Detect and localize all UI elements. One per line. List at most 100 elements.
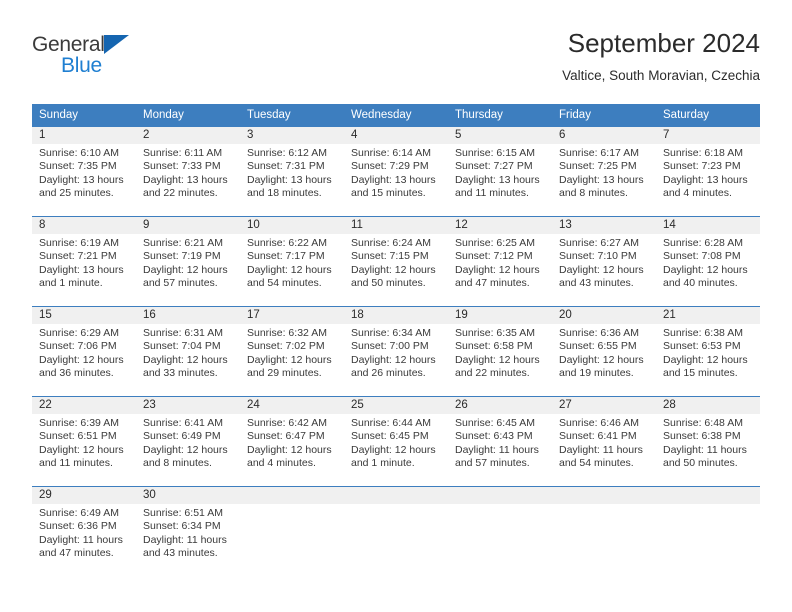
day-sun-info: Sunrise: 6:19 AM Sunset: 7:21 PM Daylight:… <box>32 234 136 291</box>
day-daylight-line: and 18 minutes. <box>247 187 322 200</box>
calendar-day-cell[interactable]: 28 Sunrise: 6:48 AM Sunset: 6:38 PM Dayligh… <box>656 396 760 487</box>
calendar-day-cell[interactable]: 13 Sunrise: 6:27 AM Sunset: 7:10 PM Dayligh… <box>552 216 656 307</box>
day-number: 8 <box>32 217 136 234</box>
day-sunset-line: Sunset: 6:49 PM <box>143 430 221 443</box>
day-sunrise-line: Sunrise: 6:27 AM <box>559 237 639 249</box>
day-sunrise-line: Sunrise: 6:32 AM <box>247 327 327 339</box>
brand-name-blue: Blue <box>61 54 102 77</box>
day-number: 16 <box>136 307 240 324</box>
day-daylight-line: Daylight: 11 hours <box>39 533 123 546</box>
day-sun-info: Sunrise: 6:36 AM Sunset: 6:55 PM Daylight:… <box>552 324 656 381</box>
day-sunrise-line: Sunrise: 6:41 AM <box>143 417 223 429</box>
day-sun-info: Sunrise: 6:39 AM Sunset: 6:51 PM Daylight:… <box>32 414 136 471</box>
day-sun-info: Sunrise: 6:51 AM Sunset: 6:34 PM Daylight:… <box>136 504 240 561</box>
calendar-day-cell[interactable]: 22 Sunrise: 6:39 AM Sunset: 6:51 PM Dayligh… <box>32 396 136 487</box>
day-number: 14 <box>656 217 760 234</box>
day-sunset-line: Sunset: 7:25 PM <box>559 160 637 173</box>
day-cell-content: 5 Sunrise: 6:15 AM Sunset: 7:27 PM Daylight… <box>448 127 552 216</box>
day-daylight-line: and 57 minutes. <box>455 457 530 470</box>
day-sunset-line: Sunset: 6:47 PM <box>247 430 325 443</box>
day-cell-content: 20 Sunrise: 6:36 AM Sunset: 6:55 PM Dayligh… <box>552 307 656 396</box>
day-sunset-line: Sunset: 7:08 PM <box>663 250 741 263</box>
calendar-day-cell[interactable]: 9 Sunrise: 6:21 AM Sunset: 7:19 PM Daylight… <box>136 216 240 307</box>
day-daylight-line: Daylight: 13 hours <box>455 173 540 186</box>
day-number: 28 <box>656 397 760 414</box>
day-sunset-line: Sunset: 7:21 PM <box>39 250 117 263</box>
day-number: 21 <box>656 307 760 324</box>
day-daylight-line: and 4 minutes. <box>663 187 732 200</box>
calendar-day-cell[interactable]: 30 Sunrise: 6:51 AM Sunset: 6:34 PM Dayligh… <box>136 486 240 576</box>
calendar-day-cell[interactable]: 21 Sunrise: 6:38 AM Sunset: 6:53 PM Dayligh… <box>656 306 760 397</box>
day-sun-info: Sunrise: 6:15 AM Sunset: 7:27 PM Daylight:… <box>448 144 552 201</box>
calendar-day-cell[interactable]: 1 Sunrise: 6:10 AM Sunset: 7:35 PM Daylight… <box>32 126 136 217</box>
calendar-day-cell[interactable]: 6 Sunrise: 6:17 AM Sunset: 7:25 PM Daylight… <box>552 126 656 217</box>
calendar-day-cell[interactable]: 3 Sunrise: 6:12 AM Sunset: 7:31 PM Daylight… <box>240 126 344 217</box>
calendar-day-cell[interactable]: 11 Sunrise: 6:24 AM Sunset: 7:15 PM Dayligh… <box>344 216 448 307</box>
calendar-day-cell[interactable]: 26 Sunrise: 6:45 AM Sunset: 6:43 PM Dayligh… <box>448 396 552 487</box>
day-sunset-line: Sunset: 7:27 PM <box>455 160 533 173</box>
day-sunset-line: Sunset: 6:43 PM <box>455 430 533 443</box>
calendar-day-cell[interactable]: 20 Sunrise: 6:36 AM Sunset: 6:55 PM Dayligh… <box>552 306 656 397</box>
day-sun-info <box>240 504 344 507</box>
day-cell-content <box>448 487 552 576</box>
calendar-day-cell[interactable]: 18 Sunrise: 6:34 AM Sunset: 7:00 PM Dayligh… <box>344 306 448 397</box>
day-daylight-line: Daylight: 12 hours <box>247 443 332 456</box>
day-sunset-line: Sunset: 7:23 PM <box>663 160 741 173</box>
day-daylight-line: Daylight: 12 hours <box>143 443 228 456</box>
weekday-header-friday: Friday <box>552 104 656 127</box>
calendar-day-cell[interactable]: 15 Sunrise: 6:29 AM Sunset: 7:06 PM Dayligh… <box>32 306 136 397</box>
day-daylight-line: Daylight: 11 hours <box>455 443 539 456</box>
day-cell-content: 21 Sunrise: 6:38 AM Sunset: 6:53 PM Dayligh… <box>656 307 760 396</box>
day-number: 20 <box>552 307 656 324</box>
title-block: September 2024 Valtice, South Moravian, … <box>562 26 760 86</box>
calendar-day-cell[interactable]: 4 Sunrise: 6:14 AM Sunset: 7:29 PM Daylight… <box>344 126 448 217</box>
day-daylight-line: and 50 minutes. <box>351 277 426 290</box>
calendar-day-cell[interactable]: 10 Sunrise: 6:22 AM Sunset: 7:17 PM Dayligh… <box>240 216 344 307</box>
day-cell-content: 2 Sunrise: 6:11 AM Sunset: 7:33 PM Daylight… <box>136 127 240 216</box>
day-cell-content: 24 Sunrise: 6:42 AM Sunset: 6:47 PM Dayligh… <box>240 397 344 486</box>
calendar-table: Sunday Monday Tuesday Wednesday Thursday… <box>32 104 760 576</box>
calendar-day-cell[interactable]: 17 Sunrise: 6:32 AM Sunset: 7:02 PM Dayligh… <box>240 306 344 397</box>
day-number: 25 <box>344 397 448 414</box>
day-sunset-line: Sunset: 7:15 PM <box>351 250 429 263</box>
day-daylight-line: and 8 minutes. <box>559 187 628 200</box>
calendar-day-cell[interactable]: 5 Sunrise: 6:15 AM Sunset: 7:27 PM Daylight… <box>448 126 552 217</box>
weekday-header-tuesday: Tuesday <box>240 104 344 127</box>
calendar-day-cell[interactable]: 16 Sunrise: 6:31 AM Sunset: 7:04 PM Dayligh… <box>136 306 240 397</box>
day-cell-content: 11 Sunrise: 6:24 AM Sunset: 7:15 PM Dayligh… <box>344 217 448 306</box>
calendar-week-row: 22 Sunrise: 6:39 AM Sunset: 6:51 PM Dayligh… <box>32 396 760 487</box>
day-daylight-line: Daylight: 11 hours <box>143 533 227 546</box>
day-cell-content: 16 Sunrise: 6:31 AM Sunset: 7:04 PM Dayligh… <box>136 307 240 396</box>
day-sunrise-line: Sunrise: 6:42 AM <box>247 417 327 429</box>
day-sun-info: Sunrise: 6:28 AM Sunset: 7:08 PM Daylight:… <box>656 234 760 291</box>
brand-name-general: General <box>32 33 105 56</box>
day-sunrise-line: Sunrise: 6:38 AM <box>663 327 743 339</box>
calendar-day-cell[interactable]: 2 Sunrise: 6:11 AM Sunset: 7:33 PM Daylight… <box>136 126 240 217</box>
calendar-day-cell[interactable]: 12 Sunrise: 6:25 AM Sunset: 7:12 PM Dayligh… <box>448 216 552 307</box>
day-daylight-line: Daylight: 12 hours <box>351 443 436 456</box>
calendar-day-cell[interactable]: 25 Sunrise: 6:44 AM Sunset: 6:45 PM Dayligh… <box>344 396 448 487</box>
day-number: 6 <box>552 127 656 144</box>
calendar-day-cell[interactable]: 8 Sunrise: 6:19 AM Sunset: 7:21 PM Daylight… <box>32 216 136 307</box>
day-daylight-line: and 22 minutes. <box>143 187 218 200</box>
day-daylight-line: Daylight: 11 hours <box>559 443 643 456</box>
day-number: 17 <box>240 307 344 324</box>
day-number: 7 <box>656 127 760 144</box>
calendar-day-cell[interactable]: 23 Sunrise: 6:41 AM Sunset: 6:49 PM Dayligh… <box>136 396 240 487</box>
calendar-day-cell[interactable]: 27 Sunrise: 6:46 AM Sunset: 6:41 PM Dayligh… <box>552 396 656 487</box>
calendar-day-cell[interactable]: 7 Sunrise: 6:18 AM Sunset: 7:23 PM Daylight… <box>656 126 760 217</box>
day-sunrise-line: Sunrise: 6:29 AM <box>39 327 119 339</box>
day-sunrise-line: Sunrise: 6:25 AM <box>455 237 535 249</box>
calendar-day-cell[interactable]: 19 Sunrise: 6:35 AM Sunset: 6:58 PM Dayligh… <box>448 306 552 397</box>
day-number: 19 <box>448 307 552 324</box>
weekday-header-thursday: Thursday <box>448 104 552 127</box>
calendar-body: 1 Sunrise: 6:10 AM Sunset: 7:35 PM Daylight… <box>32 126 760 576</box>
calendar-day-cell[interactable]: 14 Sunrise: 6:28 AM Sunset: 7:08 PM Dayligh… <box>656 216 760 307</box>
day-sun-info: Sunrise: 6:48 AM Sunset: 6:38 PM Daylight:… <box>656 414 760 471</box>
day-sunset-line: Sunset: 7:10 PM <box>559 250 637 263</box>
day-number: 9 <box>136 217 240 234</box>
calendar-day-cell[interactable]: 24 Sunrise: 6:42 AM Sunset: 6:47 PM Dayligh… <box>240 396 344 487</box>
calendar-day-cell[interactable]: 29 Sunrise: 6:49 AM Sunset: 6:36 PM Dayligh… <box>32 486 136 576</box>
brand-logo[interactable]: General Blue <box>32 34 232 84</box>
calendar-day-cell-empty <box>344 486 448 576</box>
